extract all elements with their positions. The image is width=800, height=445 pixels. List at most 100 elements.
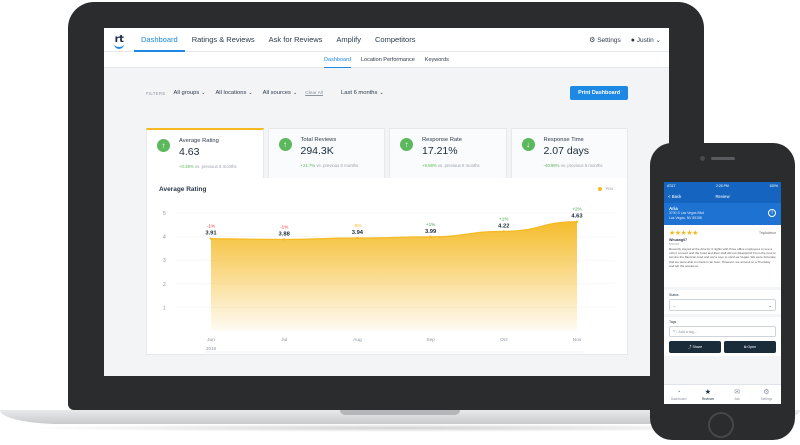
change-label: -1%: [207, 224, 215, 229]
period-dropdown[interactable]: Last 6 months ⌄: [339, 90, 386, 96]
phone-home-button[interactable]: [708, 412, 734, 438]
kpi-cards: ↑ Average Rating 4.63 +0.38% vs. previou…: [146, 128, 628, 180]
value-label: 3.88: [279, 231, 291, 237]
chevron-down-icon: ⌄: [292, 90, 298, 96]
tags-placeholder: Add a tag...: [678, 330, 697, 334]
x-tick-label: Nov: [573, 337, 582, 343]
nav-dashboard[interactable]: Dashboard: [134, 28, 185, 52]
print-dashboard-button[interactable]: Print Dashboard: [570, 86, 628, 100]
kpi-card-average-rating[interactable]: ↑ Average Rating 4.63 +0.38% vs. previou…: [146, 128, 264, 180]
y-tick-label: 3: [163, 258, 166, 264]
data-point[interactable]: [575, 220, 579, 223]
kpi-delta-value: -40.98%: [543, 163, 560, 168]
gear-icon: ⚙: [589, 36, 596, 44]
kpi-delta-suffix: vs. previous 6 months: [437, 163, 480, 168]
user-menu[interactable]: ● Justin ⌄: [631, 36, 661, 44]
open-button[interactable]: ⧉ Open: [724, 341, 776, 353]
locations-dropdown[interactable]: All locations ⌄: [213, 90, 254, 96]
value-label: 3.91: [205, 231, 217, 237]
data-point[interactable]: [502, 230, 505, 233]
tab-label: Reviews: [701, 397, 714, 401]
kpi-card-response-rate[interactable]: ↑ Response Rate 17.21% +9.58% vs. previo…: [389, 128, 507, 180]
nav-ratings-reviews[interactable]: Ratings & Reviews: [185, 28, 262, 52]
filters-label: FILTERS: [146, 90, 166, 96]
kpi-title: Response Time: [543, 137, 584, 143]
back-button[interactable]: < Back: [668, 194, 681, 199]
y-tick-label: 2: [163, 282, 166, 288]
share-label: Share: [692, 345, 703, 349]
chevron-down-icon: ⌄: [379, 90, 384, 96]
nav-right: ⚙ Settings ● Justin ⌄: [589, 36, 669, 44]
share-button[interactable]: ⤴ Share: [669, 341, 721, 353]
kpi-card-response-time[interactable]: ↓ Response Time 2.07 days -40.98% vs. pr…: [510, 128, 628, 180]
nav-ask-for-reviews[interactable]: Ask for Reviews: [262, 28, 330, 52]
chevron-down-icon: ⌄: [655, 36, 661, 44]
average-rating-chart: 1 2 3 4 5 -1% 3.91 Jun -1% 3.88 Jul -5% 3.94 Aug +1% 3.…: [163, 207, 615, 353]
arrow-up-icon: ↑: [157, 139, 170, 152]
ask-icon: ✉: [734, 389, 741, 396]
change-label: -5%: [353, 223, 361, 228]
arrow-down-icon: ↓: [521, 138, 535, 151]
groups-dropdown[interactable]: All groups ⌄: [171, 90, 207, 96]
gear-icon: ⚙: [763, 389, 770, 396]
tab-reviews[interactable]: ★ Reviews: [693, 385, 722, 404]
kpi-title: Average Rating: [179, 138, 219, 144]
phone-status-bar: AT&T 2:26 PM 100%: [664, 182, 781, 190]
phone-header: < Back Review: [664, 190, 781, 203]
kpi-delta: +0.38% vs. previous 6 months: [179, 164, 237, 169]
status-time: 2:26 PM: [716, 184, 729, 188]
tags-input[interactable]: 🏷 Add a tag...: [669, 326, 776, 337]
sources-value: All sources: [262, 90, 291, 96]
kpi-delta-suffix: vs. previous 6 months: [194, 164, 237, 169]
kpi-value: 17.21%: [422, 145, 458, 157]
filter-bar: FILTERS All groups ⌄ All locations ⌄ All s…: [146, 86, 628, 100]
business-address-line2: Las Vegas, NV 89158: [669, 215, 702, 220]
kpi-card-total-reviews[interactable]: ↑ Total Reviews 294.3K +21.7% vs. previo…: [267, 128, 385, 180]
review-date: 5/06/18: [669, 242, 680, 246]
data-point[interactable]: [283, 238, 286, 241]
kpi-value: 2.07 days: [543, 145, 590, 157]
data-point[interactable]: [356, 236, 359, 240]
chevron-down-icon: ⌄: [248, 90, 253, 96]
phone-tab-bar: ◔ Dashboard ★ Reviews ✉ Ask ⚙ Settings: [664, 384, 781, 404]
chevron-down-icon: ⌄: [201, 90, 206, 96]
status-select[interactable]: -- ⌄: [669, 299, 776, 311]
phone-speaker: [711, 157, 735, 160]
logo[interactable]: rt: [104, 28, 134, 52]
subnav-location-performance[interactable]: Location Performance: [361, 52, 415, 68]
tags-label: Tags: [669, 320, 677, 324]
laptop-screen: rt Dashboard Ratings & Reviews Ask for R…: [104, 28, 669, 376]
x-tick-label: Aug: [353, 337, 362, 343]
subnav-dashboard[interactable]: Dashboard: [324, 52, 351, 68]
top-navigation: rt Dashboard Ratings & Reviews Ask for R…: [104, 28, 669, 52]
sources-dropdown[interactable]: All sources ⌄: [261, 90, 300, 96]
data-point[interactable]: [429, 235, 432, 239]
kpi-delta: +21.7% vs. previous 6 months: [301, 163, 359, 168]
clear-all-link[interactable]: Clear All: [305, 91, 323, 96]
year-label: 2018: [206, 346, 217, 351]
nav-amplify[interactable]: Amplify: [329, 28, 368, 52]
subnav-keywords[interactable]: Keywords: [425, 52, 449, 68]
kpi-delta-value: +9.58%: [422, 163, 437, 168]
phone-action-buttons: ⤴ Share ⧉ Open: [669, 341, 776, 353]
settings-button[interactable]: ⚙ Settings: [589, 36, 621, 44]
kpi-delta-suffix: vs. previous 6 months: [316, 163, 359, 168]
kpi-title: Total Reviews: [300, 137, 337, 143]
share-icon: ⤴: [687, 345, 692, 349]
locations-value: All locations: [215, 90, 247, 96]
kpi-title: Response Rate: [422, 137, 462, 143]
info-icon[interactable]: i: [768, 209, 776, 217]
tab-dashboard[interactable]: ◔ Dashboard: [664, 385, 693, 404]
nav-competitors[interactable]: Competitors: [368, 28, 422, 52]
chevron-down-icon: ⌄: [768, 303, 772, 308]
data-point[interactable]: [209, 237, 213, 240]
tag-icon: 🏷: [673, 330, 678, 334]
x-tick-label: Oct: [500, 337, 508, 343]
tab-settings[interactable]: ⚙ Settings: [752, 385, 781, 404]
value-label: 4.63: [571, 214, 583, 220]
tab-label: Dashboard: [670, 397, 687, 401]
tab-ask[interactable]: ✉ Ask: [723, 385, 752, 404]
dashboard-icon: ◔: [676, 389, 681, 396]
tab-label: Settings: [760, 397, 773, 401]
laptop-notch: [340, 410, 460, 415]
